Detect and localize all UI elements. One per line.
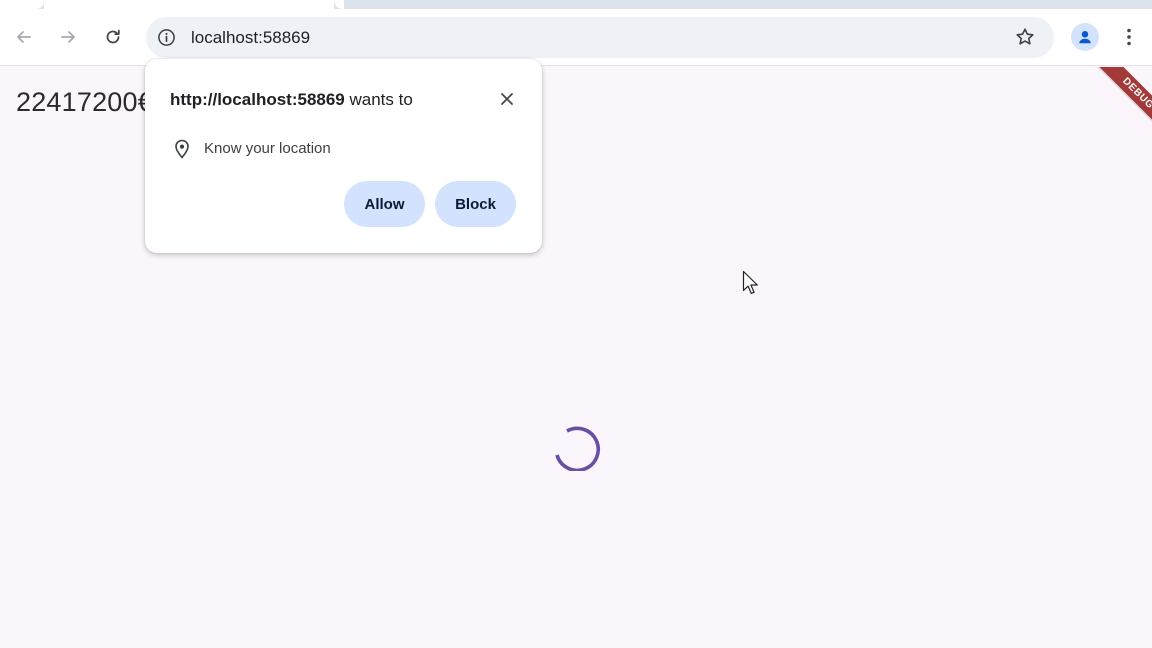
address-url[interactable]: localhost:58869: [191, 28, 310, 48]
person-icon: [1079, 31, 1091, 44]
debug-banner-label: DEBUG: [1120, 75, 1152, 112]
profile-button[interactable]: [1071, 23, 1099, 51]
prompt-title: http://localhost:58869 wants to: [170, 90, 413, 110]
close-icon: [501, 93, 513, 105]
forward-button[interactable]: [52, 21, 84, 53]
prompt-origin: http://localhost:58869: [170, 90, 345, 109]
reload-icon: [106, 29, 120, 44]
reload-button[interactable]: [97, 21, 129, 53]
star-icon: [1016, 28, 1034, 45]
permission-label: Know your location: [204, 140, 331, 157]
permission-prompt: http://localhost:58869 wants to Know you…: [145, 59, 542, 253]
block-button[interactable]: Block: [435, 181, 516, 227]
active-tab[interactable]: [44, 0, 344, 9]
page-number-text: 22417200€: [16, 87, 153, 117]
allow-button[interactable]: Allow: [344, 181, 425, 227]
browser-toolbar: localhost:58869: [0, 9, 1152, 66]
debug-banner: DEBUG: [1089, 67, 1152, 142]
loading-spinner: [555, 426, 601, 471]
location-pin-icon: [175, 139, 189, 159]
prompt-title-suffix: wants to: [344, 90, 413, 109]
prompt-close-button[interactable]: [495, 87, 519, 111]
forward-arrow-icon: [61, 31, 75, 43]
back-arrow-icon: [17, 31, 31, 43]
tab-strip: [0, 0, 1152, 9]
kebab-menu-icon: [1127, 28, 1131, 46]
address-bar[interactable]: localhost:58869: [146, 17, 1054, 58]
info-icon: [158, 29, 175, 46]
bookmark-button[interactable]: [1014, 26, 1036, 48]
browser-menu-button[interactable]: [1117, 24, 1141, 50]
site-info-button[interactable]: [156, 27, 177, 48]
back-button[interactable]: [8, 21, 40, 53]
mouse-cursor: [742, 270, 758, 294]
tab-stub-left[interactable]: [0, 0, 44, 9]
